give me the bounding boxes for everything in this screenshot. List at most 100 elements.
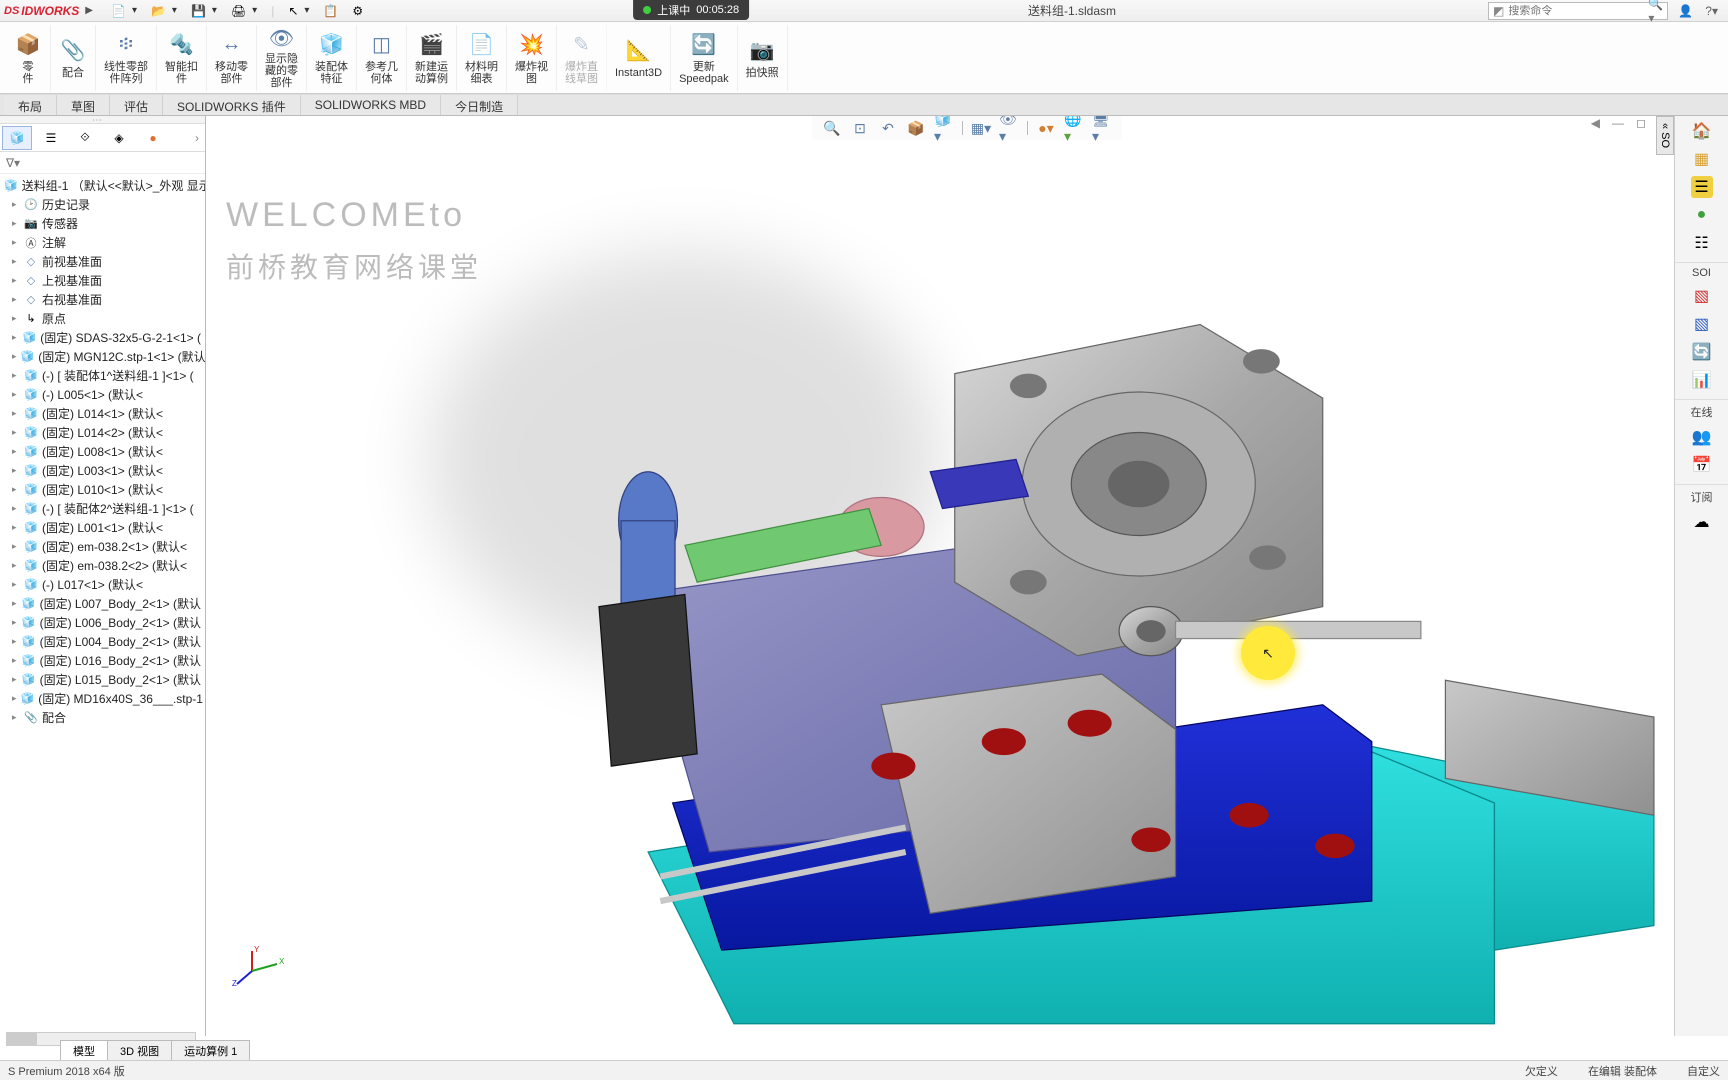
tree-item[interactable]: ▸◇前视基准面 [2, 252, 203, 271]
part-icon: 🧊 [24, 559, 38, 573]
ribbon-mate[interactable]: 📎配合 [51, 25, 96, 91]
tree-item[interactable]: ▸🧊(固定) em-038.2<2> (默认< [2, 556, 203, 575]
tree-item[interactable]: ▸🧊(固定) L004_Body_2<1> (默认 [2, 632, 203, 651]
taskpane-cal-icon[interactable]: 📅 [1691, 454, 1713, 476]
help-icon[interactable]: ?▾ [1705, 4, 1718, 18]
tree-item[interactable]: ▸🧊(固定) L006_Body_2<1> (默认 [2, 613, 203, 632]
title-right-icons: 👤 ?▾ [1678, 4, 1718, 18]
feature-tree[interactable]: 🧊 送料组-1 （默认<<默认>_外观 显示 ▸🕑历史记录▸📷传感器▸Ⓐ注解▸◇… [0, 174, 205, 1036]
tree-filter[interactable]: ∇▾ [0, 152, 205, 174]
tree-item[interactable]: ▸🧊(-) L005<1> (默认< [2, 385, 203, 404]
tree-item[interactable]: ▸◇右视基准面 [2, 290, 203, 309]
tree-root[interactable]: 🧊 送料组-1 （默认<<默认>_外观 显示 [2, 176, 203, 195]
cmd-tab-evaluate[interactable]: 评估 [110, 95, 163, 115]
tree-item[interactable]: ▸🧊(固定) L016_Body_2<1> (默认 [2, 651, 203, 670]
print-icon[interactable]: 🖨 [231, 4, 246, 18]
taskpane-blue-icon[interactable]: ▧ [1691, 313, 1713, 335]
tree-item[interactable]: ▸🧊(固定) L010<1> (默认< [2, 480, 203, 499]
ref-geometry-icon: ◫ [368, 31, 396, 59]
tree-item[interactable]: ▸🧊(固定) MGN12C.stp-1<1> (默认 [2, 347, 203, 366]
tree-item-label: (-) L017<1> (默认< [42, 576, 143, 593]
ribbon-ref-geometry[interactable]: ◫参考几何体 [357, 25, 407, 91]
search-scope-icon[interactable]: ◩ [1493, 4, 1504, 18]
tree-tab-display[interactable]: ◈ [104, 126, 134, 150]
tree-item[interactable]: ▸📷传感器 [2, 214, 203, 233]
tree-tab-feature[interactable]: 🧊 [2, 126, 32, 150]
ribbon-linear-pattern[interactable]: ፨线性零部件阵列 [96, 25, 157, 91]
tree-item[interactable]: ▸◇上视基准面 [2, 271, 203, 290]
taskpane-community-icon[interactable]: 👥 [1691, 426, 1713, 448]
tree-tab-property[interactable]: ☰ [36, 126, 66, 150]
taskpane-cloud-icon[interactable]: ☁ [1691, 511, 1713, 533]
ribbon-bom[interactable]: 📄材料明细表 [457, 25, 507, 91]
tree-item[interactable]: ▸🧊(固定) L014<2> (默认< [2, 423, 203, 442]
tree-item[interactable]: ▸🧊(固定) L007_Body_2<1> (默认 [2, 594, 203, 613]
ribbon-insert-comp[interactable]: 📦零件 [6, 25, 51, 91]
tree-item[interactable]: ▸🧊(固定) MD16x40S_36___.stp-1 [2, 689, 203, 708]
taskpane-sync-icon[interactable]: 🔄 [1691, 341, 1713, 363]
ribbon-new-motion[interactable]: 🎬新建运动算例 [407, 25, 457, 91]
taskpane-design-library-icon[interactable]: ☰ [1691, 176, 1713, 198]
ribbon-assy-features[interactable]: 🧊装配体特征 [307, 25, 357, 91]
expand-ribbon-icon[interactable]: ▶ [85, 5, 93, 16]
taskpane-red-icon[interactable]: ▧ [1691, 285, 1713, 307]
cmd-tab-addins[interactable]: SOLIDWORKS 插件 [163, 95, 301, 115]
save-icon[interactable]: 💾 [191, 4, 206, 18]
tree-item[interactable]: ▸🧊(-) L017<1> (默认< [2, 575, 203, 594]
tree-item-label: (固定) L014<1> (默认< [42, 405, 163, 422]
search-icon[interactable]: 🔍▾ [1648, 0, 1663, 25]
tree-item-label: (固定) L006_Body_2<1> (默认 [40, 614, 201, 631]
options-icon[interactable]: ⚙ [352, 4, 363, 18]
tree-tab-appearance[interactable]: ● [138, 126, 168, 150]
graphics-viewport[interactable]: 🔍 ⊡ ↶ 📦 🧊▾ ▦▾ 👁▾ ●▾ 🌐▾ 🖥▾ ◀ — ◻ ✕ WELCOM… [206, 116, 1728, 1036]
ribbon-instant3d[interactable]: 📐Instant3D [607, 25, 671, 91]
cursor-highlight: ↖ [1241, 626, 1295, 680]
tree-item[interactable]: ▸🧊(固定) L015_Body_2<1> (默认 [2, 670, 203, 689]
cmd-tab-sketch[interactable]: 草图 [57, 95, 110, 115]
taskpane-collapse-tab[interactable]: « SO [1656, 116, 1674, 155]
taskpane-chart-icon[interactable]: 📊 [1691, 369, 1713, 391]
view-triad: Y X Z [232, 946, 292, 986]
tree-item[interactable]: ▸🧊(固定) SDAS-32x5-G-2-1<1> ( [2, 328, 203, 347]
select-icon[interactable]: ↖ [288, 4, 298, 18]
tree-item[interactable]: ▸🕑历史记录 [2, 195, 203, 214]
tree-item[interactable]: ▸🧊(-) [ 装配体1^送料组-1 ]<1> ( [2, 366, 203, 385]
user-icon[interactable]: 👤 [1678, 4, 1693, 18]
tree-item[interactable]: ▸🧊(固定) L008<1> (默认< [2, 442, 203, 461]
tree-item[interactable]: ▸📎配合 [2, 708, 203, 727]
tree-tab-config[interactable]: ⟐ [70, 126, 100, 150]
ribbon-smart-fasteners[interactable]: 🔩智能扣件 [157, 25, 207, 91]
tree-tabs-more-icon[interactable]: › [195, 131, 203, 145]
search-input[interactable] [1508, 5, 1648, 17]
tree-item[interactable]: ▸Ⓐ注解 [2, 233, 203, 252]
tree-item[interactable]: ▸🧊(固定) L003<1> (默认< [2, 461, 203, 480]
tree-item[interactable]: ▸🧊(固定) L001<1> (默认< [2, 518, 203, 537]
tree-item[interactable]: ▸🧊(-) [ 装配体2^送料组-1 ]<1> ( [2, 499, 203, 518]
taskpane-custom-props-icon[interactable]: ☷ [1691, 232, 1713, 254]
ribbon-speedpak[interactable]: 🔄更新Speedpak [671, 25, 738, 91]
bottom-tab-model[interactable]: 模型 [60, 1040, 108, 1060]
ribbon-show-hide[interactable]: 👁显示隐藏的零部件 [257, 25, 307, 91]
part-icon: 🧊 [23, 331, 37, 345]
ribbon-move-comp[interactable]: ↔移动零部件 [207, 25, 257, 91]
instant3d-icon: 📐 [625, 37, 653, 65]
rebuild-icon[interactable]: 📋 [323, 4, 338, 18]
tree-item[interactable]: ▸↳原点 [2, 309, 203, 328]
panel-grip-icon[interactable]: ⋯ [92, 116, 102, 126]
taskpane-appearance-icon[interactable]: ● [1691, 204, 1713, 226]
taskpane-resources-icon[interactable]: ▦ [1691, 148, 1713, 170]
taskpane-home-icon[interactable]: 🏠 [1691, 120, 1713, 142]
bottom-tab-motion[interactable]: 运动算例 1 [171, 1040, 250, 1060]
open-icon[interactable]: 📂 [151, 4, 166, 18]
cmd-tab-today[interactable]: 今日制造 [441, 95, 518, 115]
ribbon-snapshot[interactable]: 📷拍快照 [738, 25, 788, 91]
new-icon[interactable]: 📄 [111, 4, 126, 18]
tree-item[interactable]: ▸🧊(固定) L014<1> (默认< [2, 404, 203, 423]
cmd-tab-mbd[interactable]: SOLIDWORKS MBD [301, 95, 441, 115]
explode-view-icon: 💥 [518, 31, 546, 59]
bottom-tab-3dview[interactable]: 3D 视图 [107, 1040, 172, 1060]
ribbon-explode-view[interactable]: 💥爆炸视图 [507, 25, 557, 91]
tree-item[interactable]: ▸🧊(固定) em-038.2<1> (默认< [2, 537, 203, 556]
command-search[interactable]: ◩ 🔍▾ [1488, 2, 1668, 20]
cmd-tab-layout[interactable]: 布局 [4, 95, 57, 115]
